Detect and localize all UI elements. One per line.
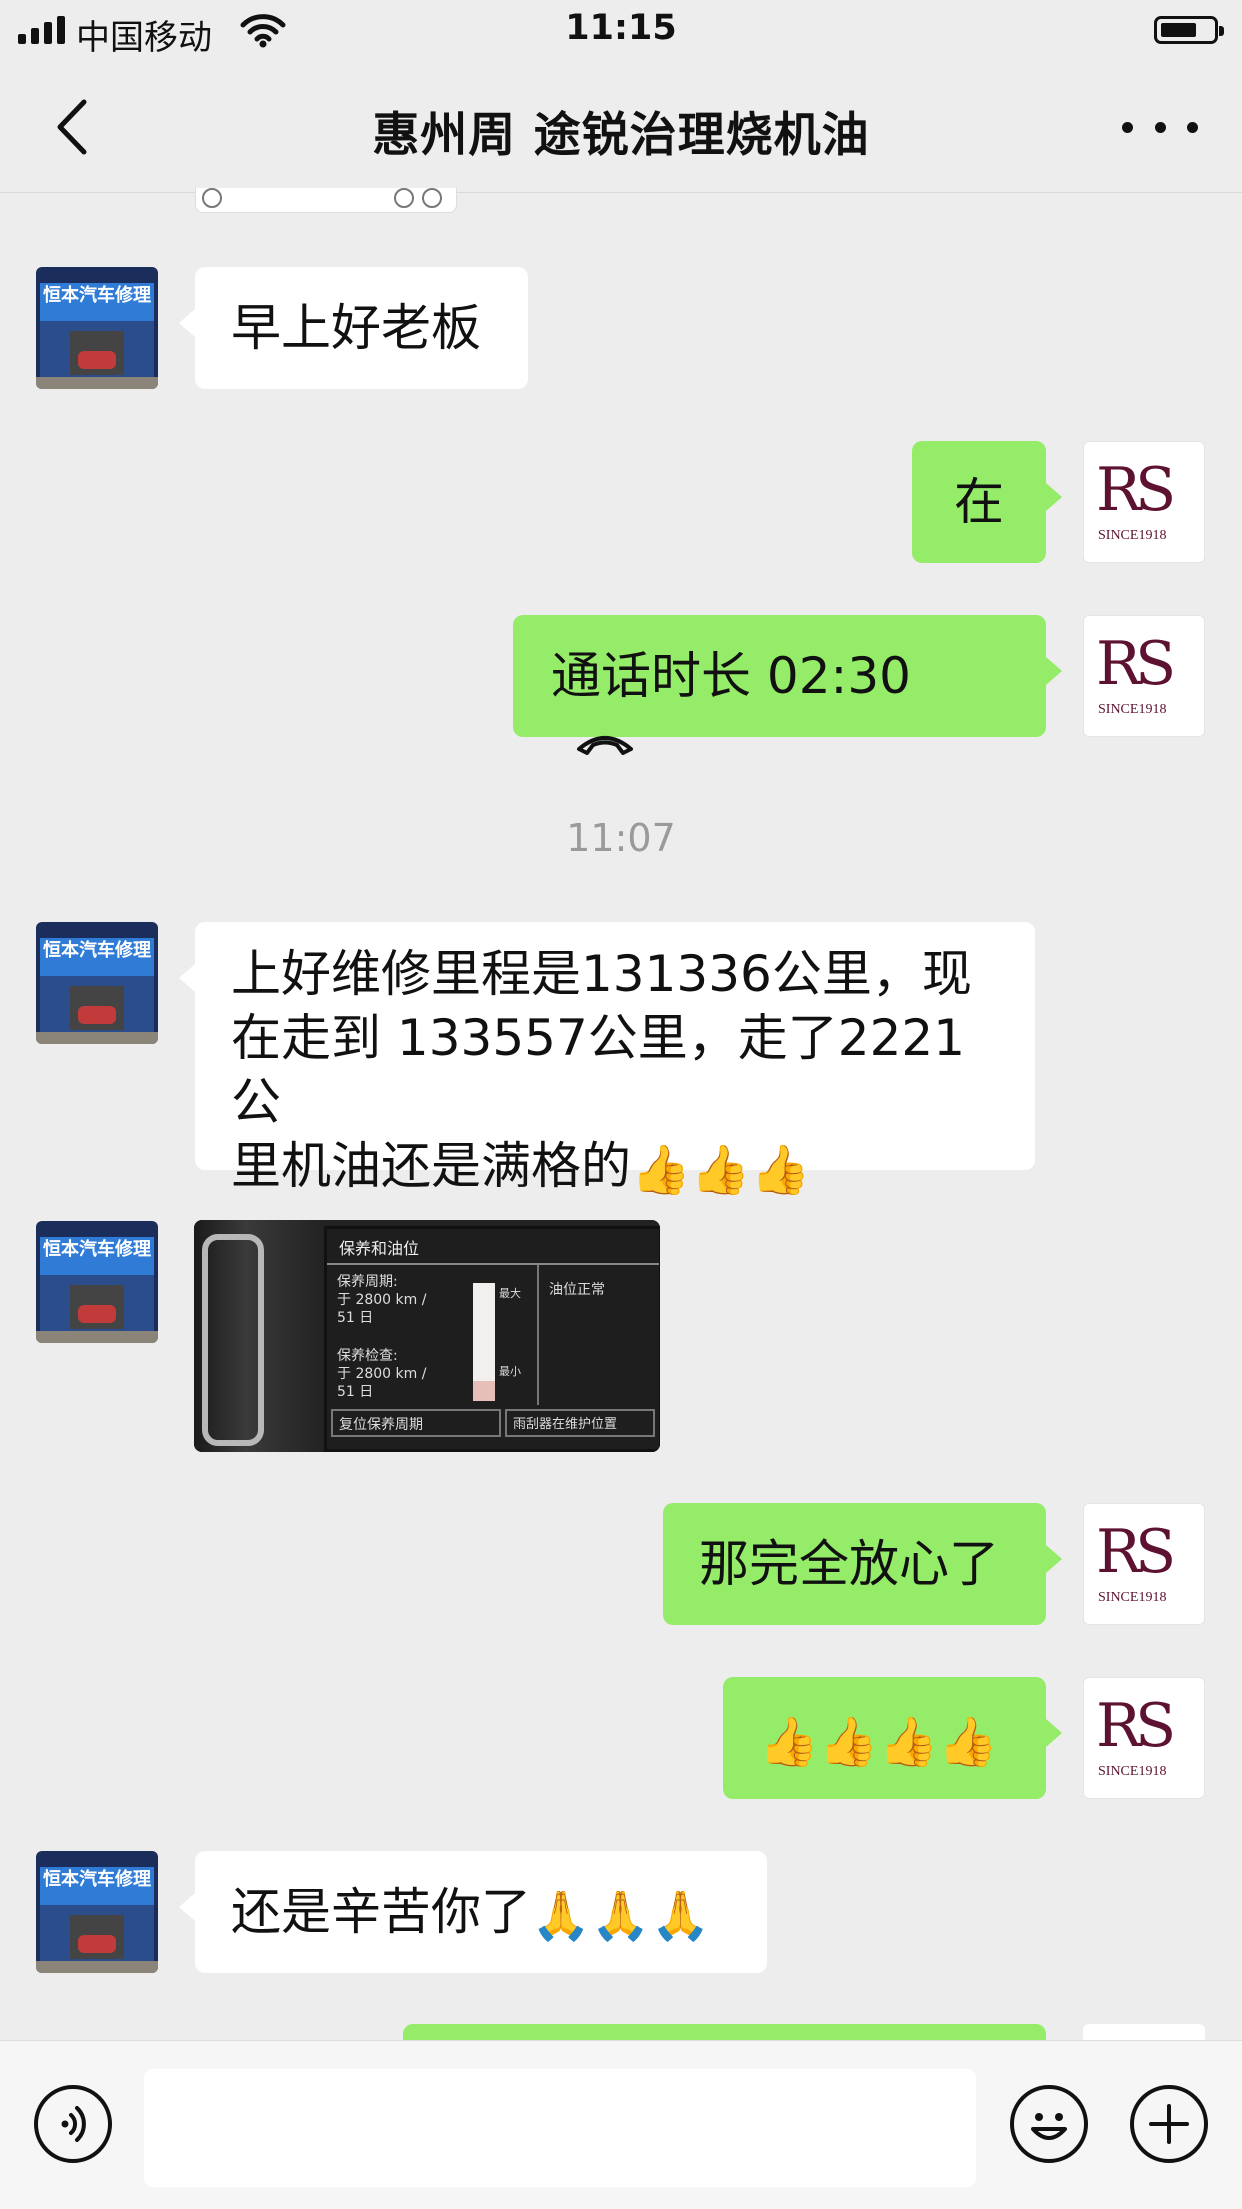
chat-title: 惠州周 途锐治理烧机油 — [372, 108, 870, 163]
status-bar: 中国移动 11:15 — [0, 0, 1242, 62]
message-bubble[interactable]: 在 — [912, 441, 1062, 563]
message-text: 在 — [954, 473, 1004, 531]
message-text: 那完全放心了 — [699, 1535, 999, 1593]
message-bubble[interactable]: 还是辛苦你了🙏🙏🙏 — [179, 1851, 767, 1973]
photo-message[interactable]: 保养和油位 保养周期: 于 2800 km / 51 日 保养检查: 于 280… — [194, 1220, 660, 1452]
timestamp: 11:07 — [566, 816, 676, 860]
message-text-line: 上好维修里程是131336公里，现 — [231, 945, 972, 1003]
call-duration-text: 通话时长 02:30 — [551, 647, 911, 705]
avatar-shop[interactable]: 恒本汽车修理 — [36, 1221, 158, 1343]
avatar-self[interactable]: RS SINCE1918 — [1083, 441, 1205, 563]
message-bubble[interactable]: 那完全放心了 — [663, 1503, 1062, 1625]
phone-hangup-icon — [577, 735, 633, 755]
message-text: 早上好老板 — [231, 299, 481, 357]
partial-message — [195, 188, 457, 213]
battery-icon — [1154, 16, 1224, 44]
message-text-line: 里机油还是满格的👍👍👍 — [231, 1134, 999, 1202]
input-bar — [0, 2040, 1242, 2209]
thumbs-up-emoji: 👍👍👍👍 — [759, 1713, 999, 1770]
avatar-self[interactable]: RS SINCE1918 — [1083, 1503, 1205, 1625]
avatar-self[interactable]: RS SINCE1918 — [1083, 615, 1205, 737]
avatar-shop[interactable]: 恒本汽车修理 — [36, 922, 158, 1044]
more-icon[interactable] — [1122, 102, 1198, 152]
message-bubble[interactable]: 👍👍👍👍 — [723, 1677, 1062, 1799]
car-display-screen: 保养和油位 保养周期: 于 2800 km / 51 日 保养检查: 于 280… — [324, 1226, 660, 1452]
message-text: 里机油还是满格的 — [231, 1137, 631, 1195]
avatar-shop[interactable]: 恒本汽车修理 — [36, 267, 158, 389]
folded-hands-emoji: 🙏🙏🙏 — [531, 1887, 711, 1944]
avatar-self[interactable]: RS SINCE1918 — [1083, 1677, 1205, 1799]
avatar-shop[interactable]: 恒本汽车修理 — [36, 1851, 158, 1973]
emoji-icon[interactable] — [1010, 2085, 1088, 2163]
call-record-bubble[interactable]: 通话时长 02:30 — [513, 615, 1062, 755]
message-bubble[interactable]: 早上好老板 — [179, 267, 528, 389]
plus-icon[interactable] — [1130, 2085, 1208, 2163]
voice-icon[interactable] — [34, 2085, 112, 2163]
clock: 11:15 — [565, 8, 677, 48]
message-bubble[interactable]: 上好维修里程是131336公里，现 在走到 133557公里，走了2221公 里… — [179, 922, 1035, 1198]
nav-bar: 惠州周 途锐治理烧机油 — [0, 62, 1242, 193]
message-text-line: 在走到 133557公里，走了2221公 — [231, 1009, 966, 1131]
thumbs-up-emoji: 👍👍👍 — [631, 1141, 811, 1198]
message-text: 还是辛苦你了 — [231, 1883, 531, 1941]
message-input[interactable] — [144, 2069, 976, 2187]
